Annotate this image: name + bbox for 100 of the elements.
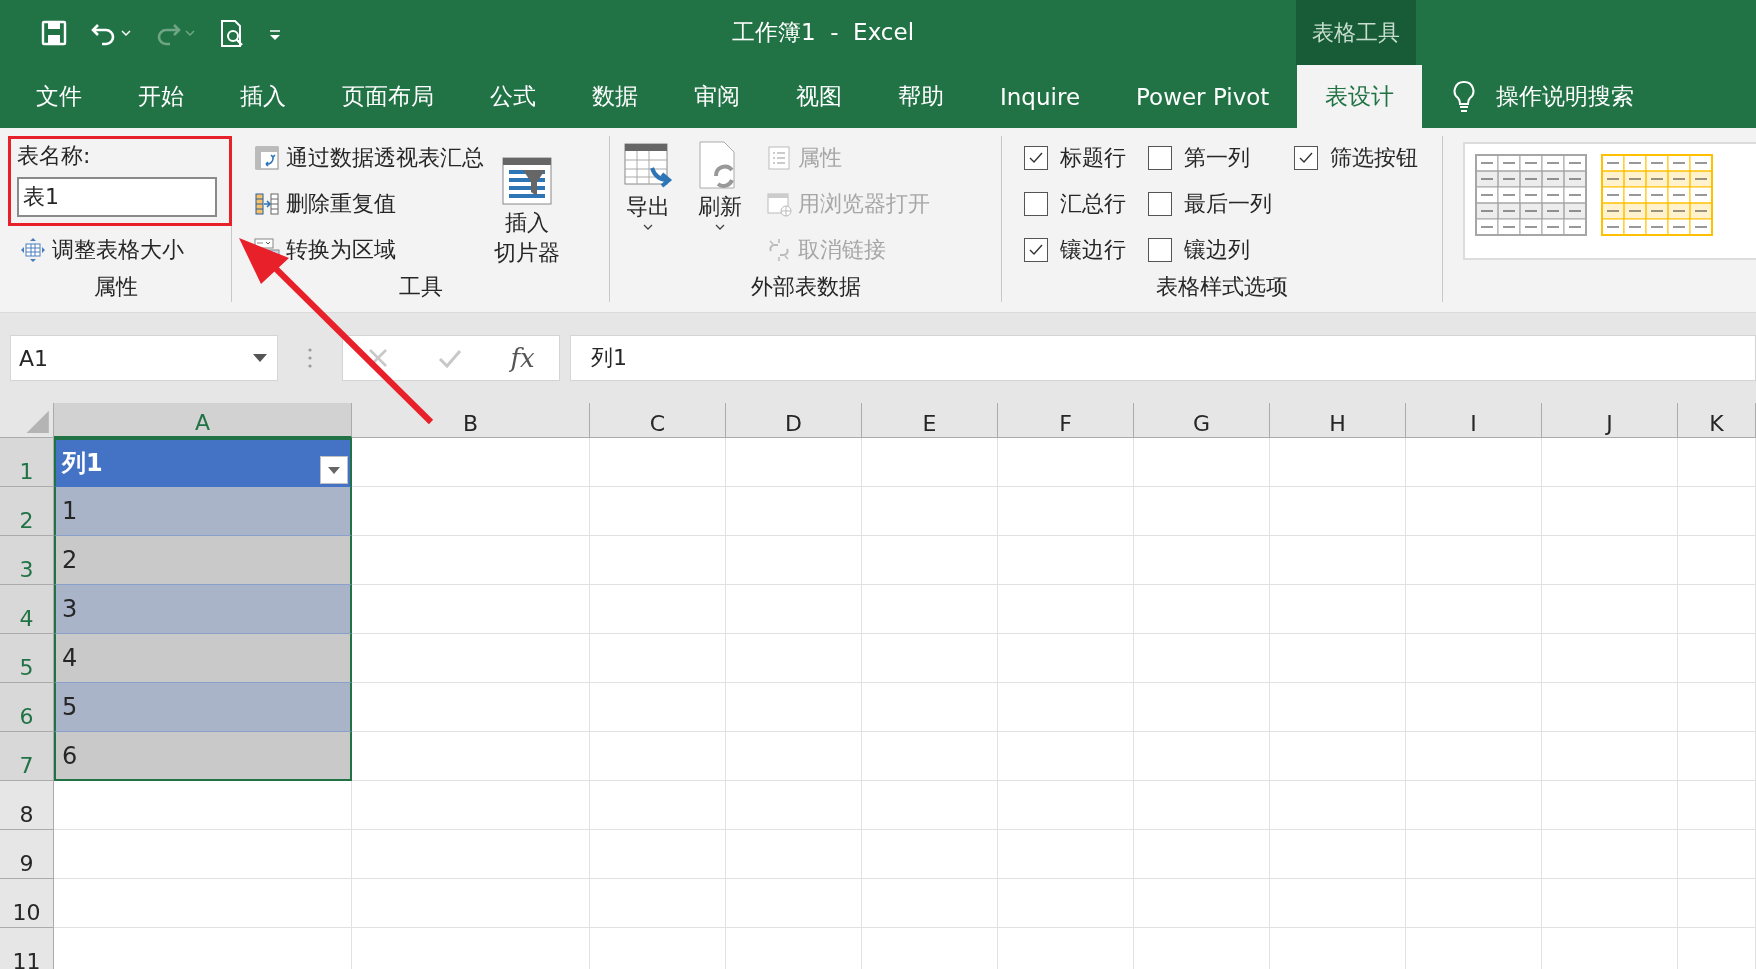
grid-cell[interactable] [352, 536, 590, 585]
grid-cell[interactable] [1678, 781, 1756, 830]
grid-cell[interactable] [352, 781, 590, 830]
grid-cell[interactable] [1270, 781, 1406, 830]
enter-icon[interactable] [437, 347, 462, 369]
grid-cell[interactable] [590, 634, 726, 683]
grid-cell[interactable] [1406, 438, 1542, 487]
grid-cell[interactable] [862, 438, 998, 487]
table-style-thumbnail[interactable] [1475, 154, 1588, 236]
grid-cell[interactable] [998, 487, 1134, 536]
grid-cell[interactable] [1270, 634, 1406, 683]
grid-cell[interactable] [590, 438, 726, 487]
grid-cell[interactable] [1678, 830, 1756, 879]
formula-field[interactable]: 列1 [570, 335, 1756, 381]
grid-cell[interactable] [590, 830, 726, 879]
grid-cell[interactable] [998, 683, 1134, 732]
grid-cell[interactable] [1134, 634, 1270, 683]
grid-cell[interactable] [1134, 732, 1270, 781]
ribbon-tab[interactable]: 审阅 [666, 65, 768, 128]
row-header[interactable]: 10 [0, 879, 54, 928]
grid-cell[interactable] [1270, 732, 1406, 781]
grid-cell[interactable] [1406, 781, 1542, 830]
row-header[interactable]: 2 [0, 487, 54, 536]
cancel-icon[interactable] [367, 347, 390, 369]
ribbon-tab[interactable]: 文件 [8, 65, 110, 128]
grid-cell[interactable] [54, 830, 352, 879]
grid-cell[interactable] [862, 683, 998, 732]
grid-cell[interactable] [1134, 438, 1270, 487]
ribbon-button[interactable]: 刷新 [694, 136, 747, 272]
grid-cell[interactable] [862, 732, 998, 781]
ribbon-tab[interactable]: 页面布局 [314, 65, 462, 128]
grid-cell[interactable] [1678, 585, 1756, 634]
checkbox[interactable] [1023, 238, 1048, 262]
ribbon-tab[interactable]: Inquire [972, 65, 1109, 128]
grid-cell[interactable] [998, 634, 1134, 683]
grid-cell[interactable] [998, 536, 1134, 585]
grid-cell[interactable] [862, 634, 998, 683]
grid-cell[interactable] [590, 879, 726, 928]
row-header[interactable]: 7 [0, 732, 54, 781]
grid-cell[interactable] [352, 683, 590, 732]
ribbon-button[interactable]: 导出 [622, 136, 675, 272]
grid-cell[interactable] [1134, 830, 1270, 879]
ribbon-tab[interactable]: 开始 [110, 65, 212, 128]
ribbon-tab[interactable]: 帮助 [870, 65, 972, 128]
row-header[interactable]: 8 [0, 781, 54, 830]
checkbox[interactable] [1147, 146, 1172, 170]
grid-cell[interactable] [1270, 438, 1406, 487]
grid-cell[interactable] [862, 879, 998, 928]
grid-cell[interactable] [726, 634, 862, 683]
ribbon-tab[interactable]: 公式 [462, 65, 564, 128]
grid-cell[interactable] [1270, 830, 1406, 879]
grid-cell[interactable] [352, 830, 590, 879]
grid-cell[interactable] [862, 536, 998, 585]
grid-cell[interactable] [1406, 634, 1542, 683]
select-all-icon[interactable] [0, 403, 54, 438]
grid-cell[interactable] [726, 536, 862, 585]
row-header[interactable]: 1 [0, 438, 54, 487]
grid-cell[interactable] [352, 732, 590, 781]
column-header[interactable]: I [1406, 403, 1542, 438]
grid-cell[interactable] [1270, 879, 1406, 928]
checkbox[interactable] [1023, 192, 1048, 216]
grid-cell[interactable] [726, 830, 862, 879]
column-header[interactable]: F [998, 403, 1134, 438]
grid-cell[interactable] [1406, 585, 1542, 634]
grid-cell[interactable] [1542, 732, 1678, 781]
resize-table-button[interactable]: 调整表格大小 [52, 235, 184, 265]
grid-cell[interactable] [1678, 879, 1756, 928]
ribbon-tab[interactable]: 表设计 [1297, 65, 1423, 128]
grid-cell[interactable] [590, 683, 726, 732]
grid-cell[interactable] [998, 438, 1134, 487]
column-header[interactable]: G [1134, 403, 1270, 438]
grid-cell[interactable] [1542, 487, 1678, 536]
grid-cell[interactable] [1678, 634, 1756, 683]
row-header[interactable]: 4 [0, 585, 54, 634]
row-header[interactable]: 6 [0, 683, 54, 732]
grid-cell[interactable] [54, 879, 352, 928]
row-header[interactable]: 11 [0, 928, 54, 969]
checkbox[interactable] [1147, 192, 1172, 216]
ribbon-tab[interactable]: 视图 [768, 65, 870, 128]
grid-cell[interactable] [1406, 879, 1542, 928]
grid-cell[interactable] [1270, 487, 1406, 536]
grid-cell[interactable] [998, 781, 1134, 830]
grid-cell[interactable] [1678, 438, 1756, 487]
grid-cell[interactable] [1270, 683, 1406, 732]
name-box[interactable]: A1 [10, 335, 278, 381]
column-header[interactable]: A [54, 403, 352, 438]
grid-cell[interactable] [1134, 487, 1270, 536]
grid-cell[interactable] [726, 781, 862, 830]
grid-cell[interactable] [1406, 732, 1542, 781]
grid-cell[interactable] [1134, 879, 1270, 928]
grid-cell[interactable] [1678, 487, 1756, 536]
grid-cell[interactable] [862, 487, 998, 536]
column-header[interactable]: K [1678, 403, 1756, 438]
checkbox[interactable] [1147, 238, 1172, 262]
grid-cell[interactable] [590, 536, 726, 585]
grid-cell[interactable] [352, 438, 590, 487]
grid-cell[interactable] [1542, 683, 1678, 732]
grid-cell[interactable] [1542, 781, 1678, 830]
grid-cell[interactable] [1134, 536, 1270, 585]
row-header[interactable]: 3 [0, 536, 54, 585]
